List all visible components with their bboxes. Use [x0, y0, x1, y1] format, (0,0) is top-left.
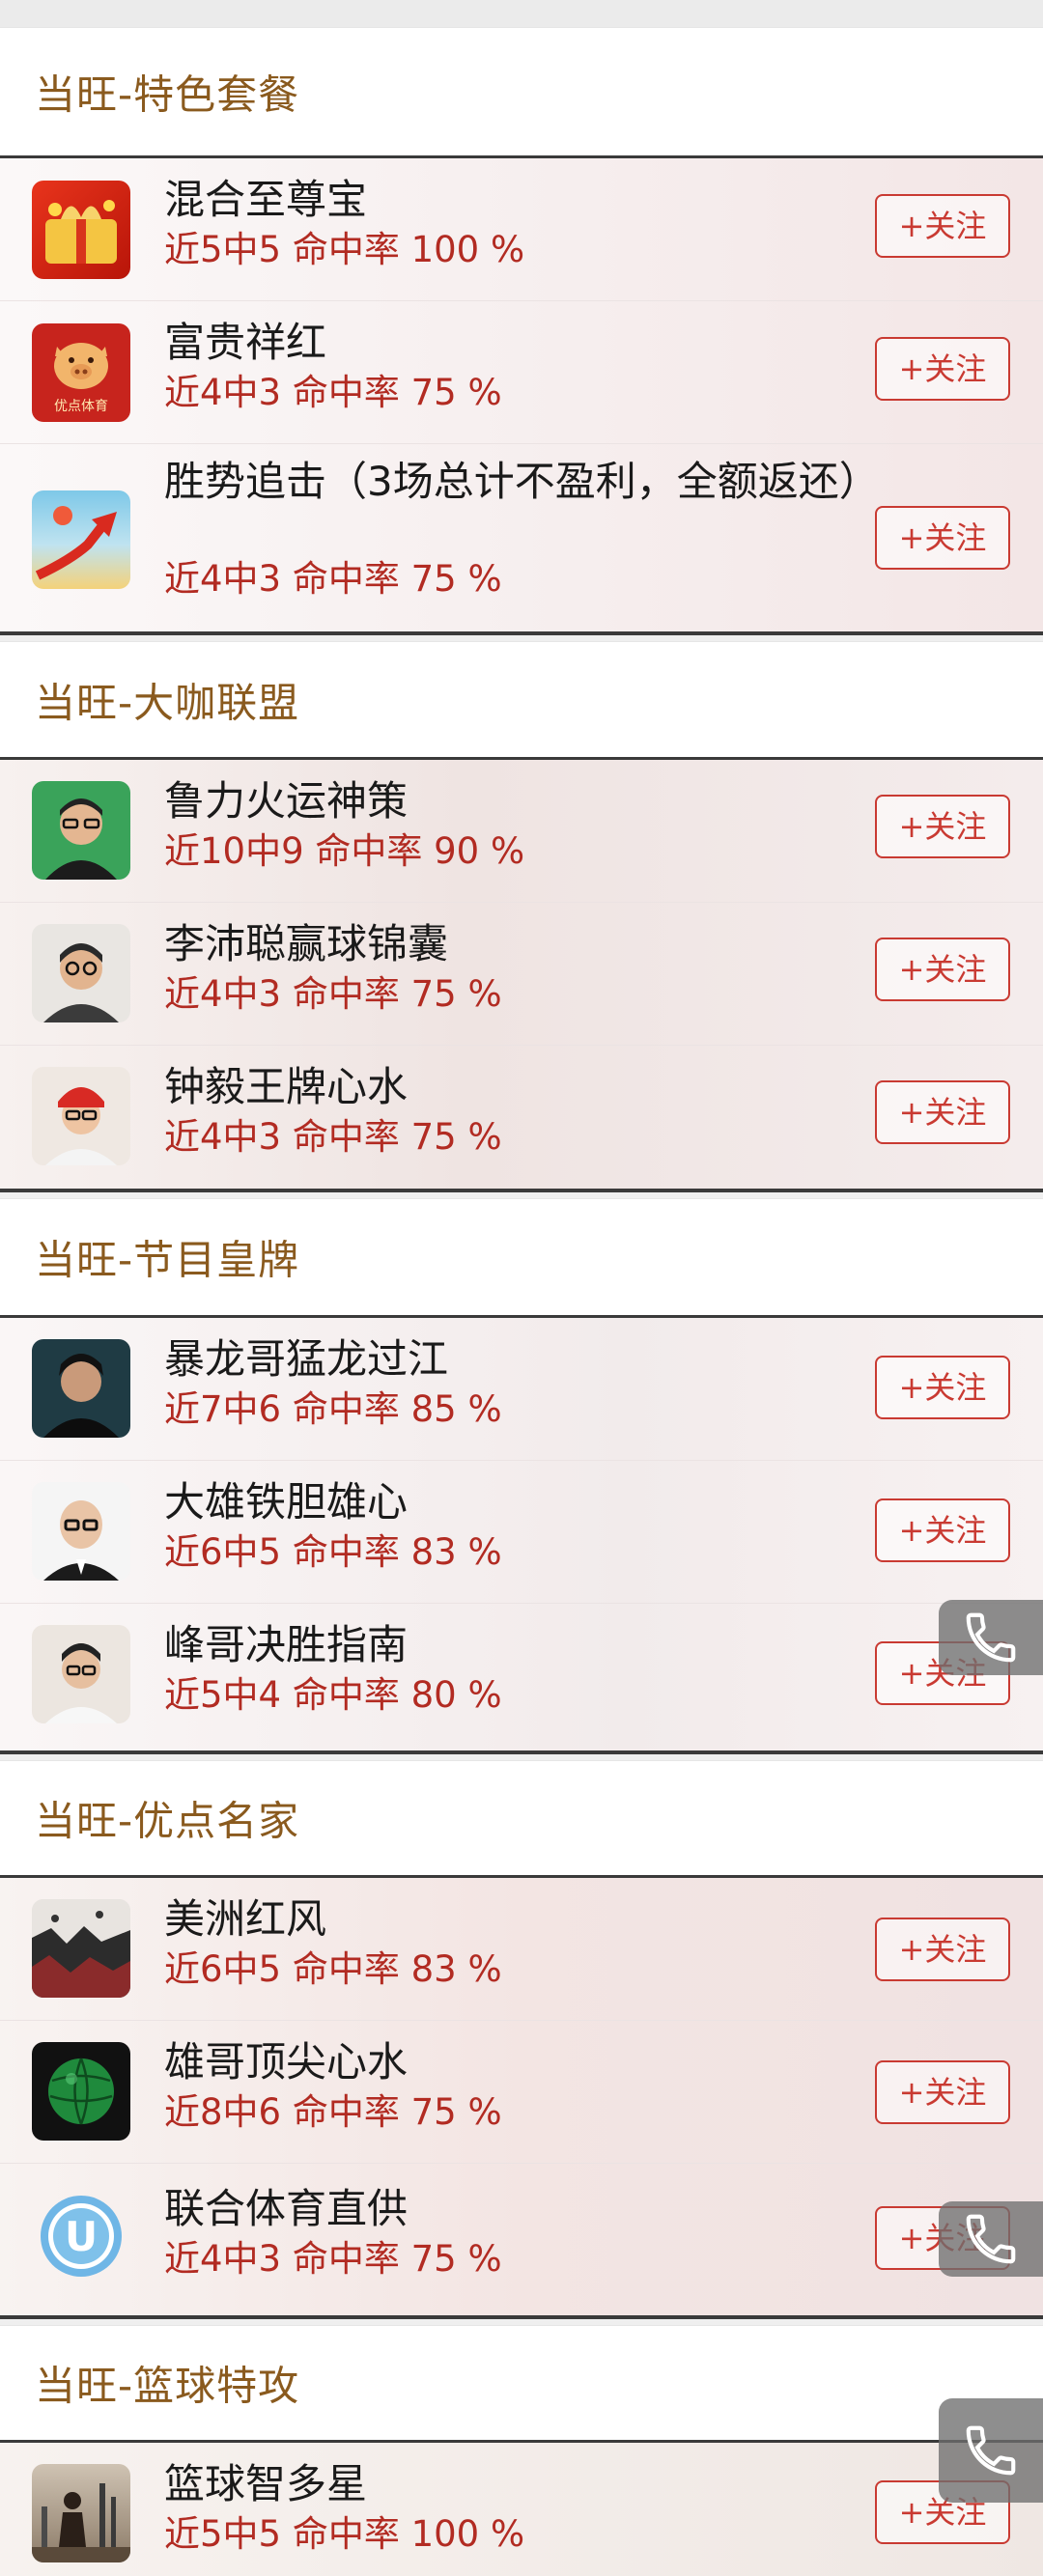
avatar	[32, 1067, 130, 1165]
follow-button[interactable]: +关注	[875, 1498, 1010, 1562]
logo-caption: 优点体育	[54, 399, 108, 414]
item-name: 篮球智多星	[164, 2460, 368, 2507]
item-stats: 近5中4 命中率 80 %	[164, 1674, 502, 1716]
list-item[interactable]: 雄哥顶尖心水 近8中6 命中率 75 % +关注	[0, 2021, 1043, 2164]
follow-button[interactable]: +关注	[875, 194, 1010, 258]
letter-u-icon: U	[32, 2187, 130, 2285]
item-name: 峰哥决胜指南	[164, 1621, 409, 1668]
section-list-featured: 混合至尊宝 近5中5 命中率 100 % +关注 优点体育 富贵祥红 近4中3 …	[0, 158, 1043, 635]
list-item[interactable]: 优点体育 富贵祥红 近4中3 命中率 75 % +关注	[0, 301, 1043, 444]
follow-button[interactable]: +关注	[875, 337, 1010, 401]
list-item[interactable]: 胜势追击（3场总计不盈利，全额返还） 近4中3 命中率 75 % +关注	[0, 444, 1043, 631]
list-item[interactable]: 美洲红风 近6中5 命中率 83 % +关注	[0, 1878, 1043, 2021]
crowd-photo	[32, 1899, 130, 1998]
follow-button[interactable]: +关注	[875, 506, 1010, 570]
section-list-experts: 鲁力火运神策 近10中9 命中率 90 % +关注 李沛聪赢球锦囊 近4中3 命…	[0, 760, 1043, 1192]
list-item[interactable]: 鲁力火运神策 近10中9 命中率 90 % +关注	[0, 760, 1043, 903]
avatar	[32, 1482, 130, 1581]
item-name: 胜势追击（3场总计不盈利，全额返还）	[164, 458, 880, 505]
item-stats: 近5中5 命中率 100 %	[164, 2513, 525, 2555]
green-ball-icon	[32, 2042, 130, 2141]
section-list-famous: 美洲红风 近6中5 命中率 83 % +关注 雄哥顶尖心水 近8中6 命中率 7…	[0, 1878, 1043, 2319]
avatar	[32, 781, 130, 880]
list-item[interactable]: 钟毅王牌心水 近4中3 命中率 75 % +关注	[0, 1046, 1043, 1189]
item-name: 美洲红风	[164, 1895, 327, 1943]
item-stats: 近10中9 命中率 90 %	[164, 830, 525, 872]
section-header-famous: 当旺-优点名家	[0, 1760, 1043, 1878]
follow-button[interactable]: +关注	[875, 1918, 1010, 1981]
avatar	[32, 924, 130, 1022]
section-list-basketball: 篮球智多星 近5中5 命中率 100 % +关注	[0, 2443, 1043, 2576]
basketball-player-photo	[32, 2464, 130, 2562]
list-item[interactable]: 暴龙哥猛龙过江 近7中6 命中率 85 % +关注	[0, 1318, 1043, 1461]
item-name: 李沛聪赢球锦囊	[164, 920, 449, 967]
section-header-basketball: 当旺-篮球特攻	[0, 2325, 1043, 2443]
item-stats: 近4中3 命中率 75 %	[164, 372, 502, 413]
section-list-shows: 暴龙哥猛龙过江 近7中6 命中率 85 % +关注 大雄铁胆雄心 近6中5 命中…	[0, 1318, 1043, 1754]
item-stats: 近7中6 命中率 85 %	[164, 1388, 502, 1430]
phone-icon[interactable]	[939, 2398, 1043, 2503]
phone-icon[interactable]	[939, 2201, 1043, 2277]
section-title: 当旺-篮球特攻	[35, 2362, 300, 2410]
item-name: 混合至尊宝	[164, 176, 368, 223]
item-name: 联合体育直供	[164, 2185, 409, 2232]
list-item[interactable]: 大雄铁胆雄心 近6中5 命中率 83 % +关注	[0, 1461, 1043, 1604]
list-item[interactable]: 李沛聪赢球锦囊 近4中3 命中率 75 % +关注	[0, 903, 1043, 1046]
gift-money-icon	[32, 181, 130, 279]
item-stats: 近4中3 命中率 75 %	[164, 2238, 502, 2280]
item-stats: 近4中3 命中率 75 %	[164, 1116, 502, 1158]
item-stats: 近4中3 命中率 75 %	[164, 973, 502, 1015]
item-stats: 近6中5 命中率 83 %	[164, 1948, 502, 1990]
follow-button[interactable]: +关注	[875, 938, 1010, 1001]
rising-arrow-icon	[32, 490, 130, 589]
list-item[interactable]: 混合至尊宝 近5中5 命中率 100 % +关注	[0, 158, 1043, 301]
item-name: 钟毅王牌心水	[164, 1063, 409, 1110]
list-item[interactable]: 峰哥决胜指南 近5中4 命中率 80 % +关注	[0, 1604, 1043, 1750]
item-name: 雄哥顶尖心水	[164, 2038, 409, 2086]
follow-button[interactable]: +关注	[875, 2060, 1010, 2124]
follow-button[interactable]: +关注	[875, 1356, 1010, 1419]
icon-letter: U	[65, 2213, 98, 2260]
follow-button[interactable]: +关注	[875, 1080, 1010, 1144]
avatar	[32, 1625, 130, 1723]
phone-icon[interactable]	[939, 1600, 1043, 1675]
section-title: 当旺-节目皇牌	[35, 1236, 300, 1284]
item-stats: 近8中6 命中率 75 %	[164, 2091, 502, 2133]
item-name: 鲁力火运神策	[164, 777, 409, 825]
section-header-experts: 当旺-大咖联盟	[0, 641, 1043, 760]
section-title: 当旺-特色套餐	[35, 70, 300, 119]
section-title: 当旺-优点名家	[35, 1797, 300, 1845]
section-header-featured: 当旺-特色套餐	[0, 27, 1043, 158]
item-name: 暴龙哥猛龙过江	[164, 1335, 449, 1383]
section-title: 当旺-大咖联盟	[35, 679, 300, 726]
item-stats: 近6中5 命中率 83 %	[164, 1531, 502, 1573]
list-item[interactable]: 篮球智多星 近5中5 命中率 100 % +关注	[0, 2443, 1043, 2576]
list-item[interactable]: U 联合体育直供 近4中3 命中率 75 % +关注	[0, 2164, 1043, 2315]
item-name: 富贵祥红	[164, 319, 327, 366]
item-stats: 近5中5 命中率 100 %	[164, 229, 525, 270]
golden-pig-logo: 优点体育	[32, 323, 130, 422]
item-stats: 近4中3 命中率 75 %	[164, 558, 502, 600]
section-header-shows: 当旺-节目皇牌	[0, 1198, 1043, 1318]
follow-button[interactable]: +关注	[875, 795, 1010, 858]
avatar	[32, 1339, 130, 1438]
top-strip	[0, 0, 1043, 28]
item-name: 大雄铁胆雄心	[164, 1478, 409, 1526]
